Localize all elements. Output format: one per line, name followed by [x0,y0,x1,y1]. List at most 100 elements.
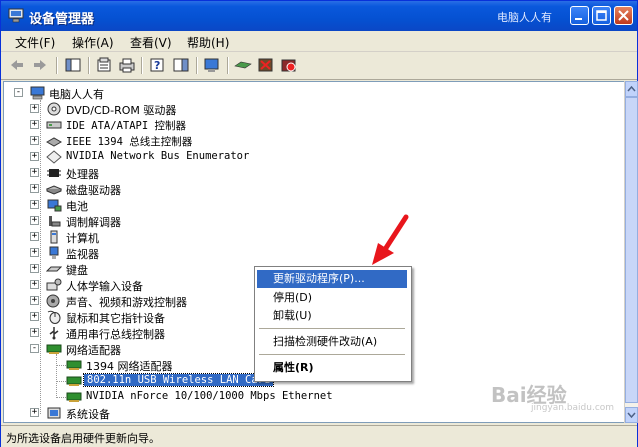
tree-item-label: 电池 [66,200,88,213]
scroll-down-button[interactable] [625,407,638,423]
scroll-thumb[interactable] [625,97,638,403]
tree-item-label: 网络适配器 [66,344,121,357]
tree-item-label: 声音、视频和游戏控制器 [66,296,187,309]
expand-icon[interactable]: + [30,104,39,113]
scroll-up-button[interactable] [625,81,638,97]
mouse-icon [47,310,61,324]
network-bus-icon [46,150,62,164]
network-adapter-icon [66,376,82,386]
keyboard-icon [46,266,62,272]
expand-icon[interactable]: + [30,136,39,145]
close-icon [618,10,629,21]
tree-item-label: 通用串行总线控制器 [66,328,165,341]
expand-icon[interactable]: + [30,232,39,241]
tree-item-label: 计算机 [66,232,99,245]
context-menu: 更新驱动程序(P)... 停用(D) 卸载(U) 扫描检测硬件改动(A) 属性(… [254,266,412,382]
close-button[interactable] [614,6,633,25]
forward-icon[interactable] [30,56,50,74]
usb-icon [49,327,59,340]
expand-icon[interactable]: + [30,120,39,129]
network-child-label: 802.11n USB Wireless LAN Card [82,373,275,387]
modem-icon [49,216,61,227]
minimize-icon [575,18,582,20]
tree-item-label: IEEE 1394 总线主控制器 [66,136,193,148]
collapse-icon[interactable]: - [14,88,23,97]
collapse-icon[interactable]: - [30,344,39,353]
ctx-separator [259,328,405,329]
maximize-icon [596,10,607,21]
device-manager-icon [8,8,24,23]
status-bar: 为所选设备启用硬件更新向导。 [1,425,637,447]
expand-icon[interactable]: + [30,184,39,193]
computer-icon [50,230,58,244]
tree-item-label: NVIDIA Network Bus Enumerator [66,150,250,162]
tree-item-label: 磁盘驱动器 [66,184,121,197]
expand-icon[interactable]: + [30,280,39,289]
maximize-button[interactable] [592,6,611,25]
tree-connector [40,100,41,414]
svg-text:?: ? [154,59,160,72]
menu-bar: 文件(F) 操作(A) 查看(V) 帮助(H) [1,31,637,52]
title-bar[interactable]: 设备管理器 电脑人人有 [1,1,637,31]
tree-connector [56,365,66,366]
toolbar: ? [1,52,637,80]
ctx-scan-hardware[interactable]: 扫描检测硬件改动(A) [257,333,407,351]
back-icon[interactable] [7,56,27,74]
ctx-disable[interactable]: 停用(D) [257,289,407,307]
help-icon[interactable]: ? [148,56,168,74]
tree-item-label: 键盘 [66,264,88,277]
show-hide-console-tree-icon[interactable] [63,56,83,74]
scan-hardware-icon[interactable] [202,56,222,74]
ctx-properties[interactable]: 属性(R) [257,359,407,377]
processor-icon [47,169,61,177]
baidu-watermark-url: jingyan.baidu.com [531,403,615,413]
computer-icon [30,86,45,100]
expand-icon[interactable]: + [30,296,39,305]
network-child-label: NVIDIA nForce 10/100/1000 Mbps Ethernet [86,390,333,402]
ctx-uninstall[interactable]: 卸载(U) [257,307,407,325]
toolbar-separator [88,57,90,74]
menu-action[interactable]: 操作(A) [72,34,114,51]
expand-icon[interactable]: + [30,328,39,337]
uninstall-icon[interactable] [256,56,276,74]
expand-icon[interactable]: + [30,152,39,161]
device-manager-window: 设备管理器 电脑人人有 文件(F) 操作(A) 查看(V) 帮助(H) ? - … [0,0,638,447]
toolbar-separator [141,57,143,74]
hid-icon [46,278,62,291]
tree-item-label: 处理器 [66,168,99,181]
tree-item-label: 人体学输入设备 [66,280,143,293]
show-hide-action-pane-icon[interactable] [171,56,191,74]
network-child-label: 1394 网络适配器 [86,360,173,373]
toolbar-separator [56,57,58,74]
menu-file[interactable]: 文件(F) [15,34,55,51]
update-driver-icon[interactable] [233,56,253,74]
expand-icon[interactable]: + [30,216,39,225]
properties-icon[interactable] [94,56,114,74]
status-text: 为所选设备启用硬件更新向导。 [6,432,160,445]
expand-icon[interactable]: + [30,264,39,273]
tree-item-label: 鼠标和其它指针设备 [66,312,165,325]
menu-view[interactable]: 查看(V) [130,34,172,51]
expand-icon[interactable]: + [30,312,39,321]
disk-drive-icon [46,185,62,195]
disable-icon[interactable] [279,56,299,74]
vertical-scrollbar[interactable] [624,81,638,423]
network-adapter-icon [46,344,62,354]
window-title: 设备管理器 [29,12,95,27]
tree-item-label: IDE ATA/ATAPI 控制器 [66,120,187,132]
ctx-separator [259,354,405,355]
expand-icon[interactable]: + [30,168,39,177]
menu-help[interactable]: 帮助(H) [187,34,229,51]
print-icon[interactable] [117,56,137,74]
expand-icon[interactable]: + [30,408,39,417]
expand-icon[interactable]: + [30,248,39,257]
toolbar-separator [227,57,229,74]
red-arrow-icon [372,214,409,265]
tree-connector [56,397,66,398]
minimize-button[interactable] [570,6,589,25]
tree-connector [56,354,57,396]
title-watermark: 电脑人人有 [497,11,552,24]
expand-icon[interactable]: + [30,200,39,209]
chevron-down-icon [627,412,636,419]
tree-connector [56,381,66,382]
